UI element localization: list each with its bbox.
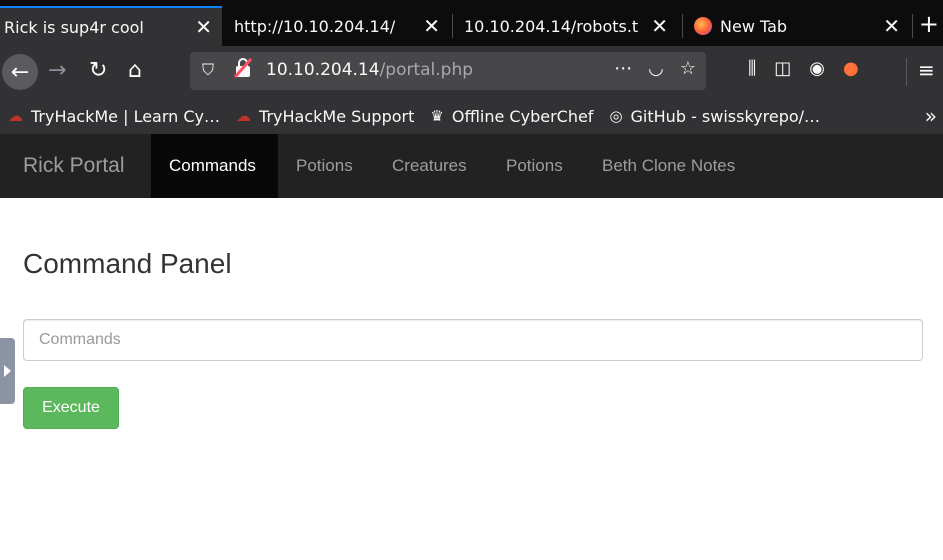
nav-link-commands[interactable]: Commands [151, 134, 278, 198]
tryhackme-icon: ☁ [236, 107, 252, 125]
bookmarks-overflow-chevron-icon[interactable]: » [925, 104, 937, 128]
forward-arrow-icon[interactable]: → [48, 58, 66, 83]
url-host: 10.10.204.14 [266, 60, 380, 80]
tab-home-url[interactable]: http://10.10.204.14/ ✕ [224, 6, 450, 46]
bookmark-label: TryHackMe Support [259, 106, 415, 126]
chevron-right-icon [4, 365, 11, 377]
sidebar-toggle-handle[interactable] [0, 338, 15, 404]
reload-icon[interactable]: ↻ [89, 58, 107, 83]
page-title: Command Panel [23, 248, 232, 279]
tab-new-tab[interactable]: New Tab ✕ [684, 6, 910, 46]
firefox-icon [694, 17, 712, 35]
tryhackme-icon: ☁ [8, 107, 23, 125]
hamburger-menu-icon[interactable]: ≡ [918, 58, 935, 82]
home-icon[interactable]: ⌂ [128, 58, 142, 83]
nav-link-creatures[interactable]: Creatures [374, 134, 485, 198]
page-actions-ellipsis-icon[interactable]: ⋯ [614, 58, 632, 79]
close-tab-icon[interactable]: ✕ [195, 15, 212, 39]
tab-title: Rick is sup4r cool [4, 17, 144, 37]
chef-hat-icon: ♛ [430, 107, 444, 125]
account-icon[interactable]: ◉ [809, 58, 825, 79]
back-arrow-icon[interactable]: ← [2, 54, 38, 90]
insecure-lock-icon[interactable] [234, 58, 252, 78]
url-path: /portal.php [379, 60, 474, 80]
tracking-shield-icon[interactable]: ⛉ [202, 60, 214, 80]
new-tab-plus-icon[interactable]: + [919, 10, 939, 38]
pocket-icon[interactable]: ◡ [648, 58, 664, 79]
bookmark-star-icon[interactable]: ☆ [680, 58, 696, 79]
bookmark-offline-cyberchef[interactable]: ♛ Offline CyberChef [430, 107, 593, 126]
commands-input[interactable] [23, 319, 923, 361]
tab-title: http://10.10.204.14/ [234, 16, 396, 36]
page-content: Rick Portal Commands Potions Creatures P… [0, 134, 943, 560]
site-navbar: Rick Portal Commands Potions Creatures P… [0, 134, 943, 198]
close-tab-icon[interactable]: ✕ [883, 14, 900, 38]
tab-title: 10.10.204.14/robots.t [464, 16, 639, 36]
sidebar-icon[interactable]: ◫ [774, 58, 791, 79]
navigation-toolbar: ← → ↻ ⌂ ⛉ 10.10.204.14/portal.php ⋯ ◡ ☆ … [0, 46, 943, 98]
tab-separator [682, 14, 683, 38]
bookmarks-toolbar: ☁ TryHackMe | Learn Cy… ☁ TryHackMe Supp… [0, 98, 943, 134]
nav-link-beth-clone-notes[interactable]: Beth Clone Notes [584, 134, 753, 198]
tab-rick-is-sup4r-cool[interactable]: Rick is sup4r cool ✕ [0, 6, 222, 46]
bookmark-label: TryHackMe | Learn Cy… [31, 106, 221, 126]
site-brand[interactable]: Rick Portal [23, 154, 125, 178]
tab-title: New Tab [720, 16, 788, 36]
tab-separator [452, 14, 453, 38]
url-text[interactable]: 10.10.204.14/portal.php [266, 60, 473, 80]
bookmark-label: Offline CyberChef [451, 106, 594, 126]
bookmark-tryhackme-learn[interactable]: ☁ TryHackMe | Learn Cy… [8, 107, 220, 126]
nav-link-potions-2[interactable]: Potions [488, 134, 581, 198]
tab-robots[interactable]: 10.10.204.14/robots.t ✕ [454, 6, 678, 46]
tab-strip: Rick is sup4r cool ✕ http://10.10.204.14… [0, 0, 943, 46]
execute-button[interactable]: Execute [23, 387, 119, 429]
nav-link-potions[interactable]: Potions [278, 134, 371, 198]
close-tab-icon[interactable]: ✕ [651, 14, 668, 38]
url-bar[interactable]: ⛉ 10.10.204.14/portal.php ⋯ ◡ ☆ [190, 52, 706, 90]
extension-icon[interactable]: ● [843, 58, 859, 79]
github-icon: ◎ [609, 107, 623, 125]
bookmark-label: GitHub - swisskyrepo/… [630, 106, 821, 126]
toolbar-separator [906, 58, 907, 86]
library-icon[interactable]: ⫼ [748, 58, 756, 79]
close-tab-icon[interactable]: ✕ [423, 14, 440, 38]
bookmark-tryhackme-support[interactable]: ☁ TryHackMe Support [236, 107, 414, 126]
tab-separator [912, 14, 913, 38]
bookmark-github-swisskyrepo[interactable]: ◎ GitHub - swisskyrepo/… [609, 107, 820, 126]
